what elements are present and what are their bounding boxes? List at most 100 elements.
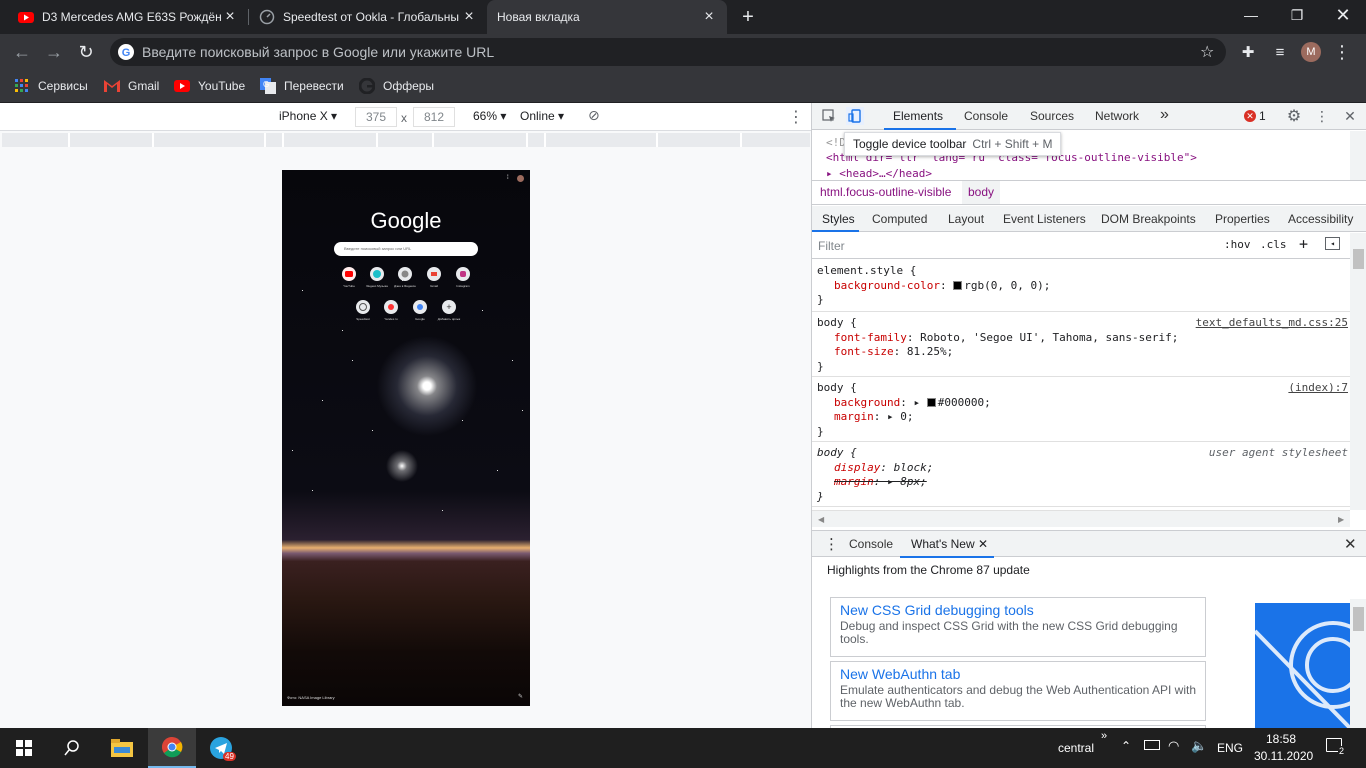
bookmark-youtube[interactable]: YouTube	[174, 76, 245, 96]
telegram-icon[interactable]: 49	[197, 728, 245, 768]
minimize-icon[interactable]: —	[1228, 0, 1274, 30]
new-tab-icon[interactable]: +	[738, 6, 758, 28]
rule-element-style[interactable]: element.style { background-color: rgb(0,…	[812, 260, 1352, 312]
windows-start-icon[interactable]	[0, 728, 48, 768]
network-name[interactable]: central	[1058, 741, 1094, 755]
scroll-left-icon[interactable]: ◀	[818, 515, 824, 524]
throttle-select[interactable]: Online ▾	[520, 109, 564, 123]
forward-icon[interactable]: →	[40, 38, 68, 66]
drawer-scrollbar[interactable]	[1350, 599, 1366, 728]
hov-toggle[interactable]: :hov	[1224, 238, 1251, 251]
bookmark-offers[interactable]: Офферы	[359, 76, 434, 96]
styles-hscrollbar[interactable]: ◀ ▶	[812, 510, 1350, 527]
breadcrumb-body[interactable]: body	[962, 181, 1001, 204]
scrollbar-thumb[interactable]	[1353, 249, 1364, 269]
width-input[interactable]: 375	[355, 107, 397, 127]
drawer-tab-whats-new[interactable]: What's New ✕	[911, 537, 988, 551]
rotate-icon[interactable]: ⊘	[588, 107, 600, 124]
bookmark-translate[interactable]: G Перевести	[260, 76, 344, 96]
dom-scrollbar[interactable]	[1350, 131, 1366, 180]
card-title[interactable]: New WebAuthn tab	[840, 666, 1196, 682]
toggle-sidebar-icon[interactable]: ◂	[1325, 237, 1340, 250]
tab-new-tab[interactable]: Новая вкладка ×	[487, 0, 727, 34]
close-icon[interactable]: ×	[701, 8, 717, 26]
phone-avatar[interactable]	[517, 175, 524, 182]
shortcut-speedtest[interactable]	[356, 300, 370, 314]
rule-property[interactable]: background: ▸ #000000;	[834, 396, 991, 409]
tab-speedtest[interactable]: Speedtest от Ookla - Глобальны ×	[249, 0, 487, 34]
styles-scrollbar[interactable]	[1350, 233, 1366, 510]
color-swatch[interactable]	[953, 281, 963, 290]
inspect-element-icon[interactable]	[820, 107, 838, 125]
settings-gear-icon[interactable]: ⚙	[1285, 107, 1303, 125]
more-tabs-icon[interactable]: »	[1160, 106, 1169, 124]
wifi-icon[interactable]: ◠	[1168, 738, 1179, 754]
zoom-select[interactable]: 66% ▾	[473, 109, 506, 123]
dom-head-node[interactable]: ▸ <head>…</head>	[826, 167, 932, 180]
tab-sources[interactable]: Sources	[1030, 109, 1074, 123]
rule-property[interactable]: font-size: 81.25%;	[834, 345, 953, 358]
new-rule-icon[interactable]: +	[1299, 235, 1308, 253]
scrollbar-thumb[interactable]	[1353, 607, 1364, 631]
chevron-up-icon[interactable]: ⌃	[1121, 739, 1131, 753]
tab-console[interactable]: Console	[964, 109, 1008, 123]
omnibox[interactable]: G ☆	[110, 38, 1226, 66]
rule-body-text-defaults[interactable]: body { text_defaults_md.css:25 font-fami…	[812, 313, 1352, 377]
volume-icon[interactable]: 🔈	[1191, 738, 1207, 754]
device-select[interactable]: iPhone X ▾	[279, 109, 337, 123]
close-icon[interactable]: ✕	[978, 537, 988, 551]
avatar[interactable]: M	[1301, 42, 1321, 62]
shortcut-google[interactable]	[413, 300, 427, 314]
bookmark-gmail[interactable]: Gmail	[104, 76, 159, 96]
drawer-menu-icon[interactable]: ⋮	[824, 535, 839, 553]
phone-apps-icon[interactable]: ⁞	[507, 175, 514, 182]
devtools-close-icon[interactable]: ✕	[1341, 107, 1359, 125]
address-input[interactable]	[142, 43, 1182, 61]
devtools-menu-icon[interactable]: ⋮	[1313, 107, 1331, 125]
scroll-right-icon[interactable]: ▶	[1338, 515, 1344, 524]
device-toolbar-icon[interactable]	[846, 107, 864, 125]
close-icon[interactable]: ×	[222, 8, 238, 26]
extensions-icon[interactable]: ✚	[1234, 38, 1262, 66]
clock-date[interactable]: 30.11.2020	[1254, 749, 1313, 763]
bookmark-star-icon[interactable]: ☆	[1200, 42, 1214, 62]
shortcut-add[interactable]: +	[442, 300, 456, 314]
phone-screen[interactable]: ⁞ Google Введите поисковый запрос или UR…	[282, 170, 530, 706]
tab-layout[interactable]: Layout	[948, 212, 984, 226]
chrome-taskbar-icon[interactable]	[148, 728, 196, 768]
rule-body-user-agent[interactable]: body { user agent stylesheet display: bl…	[812, 443, 1352, 507]
bookmark-services[interactable]: Сервисы	[14, 76, 88, 96]
rule-property[interactable]: background-color: rgb(0, 0, 0);	[834, 279, 1050, 292]
menu-kebab-icon[interactable]: ⋮	[1328, 38, 1356, 66]
tab-properties[interactable]: Properties	[1215, 212, 1270, 226]
rule-property[interactable]: margin: ▸ 0;	[834, 410, 914, 423]
tab-computed[interactable]: Computed	[872, 212, 927, 226]
shortcut-yandex[interactable]	[384, 300, 398, 314]
phone-search-box[interactable]: Введите поисковый запрос или URL	[334, 242, 478, 256]
media-queue-icon[interactable]: ≡	[1266, 38, 1294, 66]
shortcut-instagram[interactable]	[456, 267, 470, 281]
height-input[interactable]: 812	[413, 107, 455, 127]
whats-new-card[interactable]: New WebAuthn tab Emulate authenticators …	[830, 661, 1206, 721]
shortcut-youtube[interactable]	[342, 267, 356, 281]
filter-input[interactable]	[818, 237, 1212, 255]
breadcrumb-html[interactable]: html.focus-outline-visible	[820, 185, 951, 199]
error-icon[interactable]: ✕	[1244, 110, 1256, 122]
shortcut-gmail[interactable]	[427, 267, 441, 281]
color-swatch[interactable]	[926, 398, 936, 407]
window-close-icon[interactable]: ✕	[1320, 0, 1366, 30]
whats-new-card[interactable]: New CSS Grid debugging tools Debug and i…	[830, 597, 1206, 657]
rule-source-link[interactable]: text_defaults_md.css:25	[1196, 316, 1348, 329]
chevron-icon[interactable]: »	[1101, 730, 1107, 742]
reload-icon[interactable]: ↻	[72, 38, 100, 66]
tab-mercedes[interactable]: D3 Mercedes AMG E63S Рождён ×	[8, 0, 248, 34]
tab-accessibility[interactable]: Accessibility	[1288, 212, 1353, 226]
drawer-tab-console[interactable]: Console	[849, 537, 893, 551]
rule-source-link[interactable]: (index):7	[1288, 381, 1348, 394]
clock-time[interactable]: 18:58	[1266, 732, 1296, 746]
language-indicator[interactable]: ENG	[1217, 741, 1243, 755]
close-icon[interactable]: ×	[461, 8, 477, 26]
search-icon[interactable]	[48, 728, 96, 768]
tab-network[interactable]: Network	[1095, 109, 1139, 123]
shortcut-yandex-music[interactable]	[370, 267, 384, 281]
